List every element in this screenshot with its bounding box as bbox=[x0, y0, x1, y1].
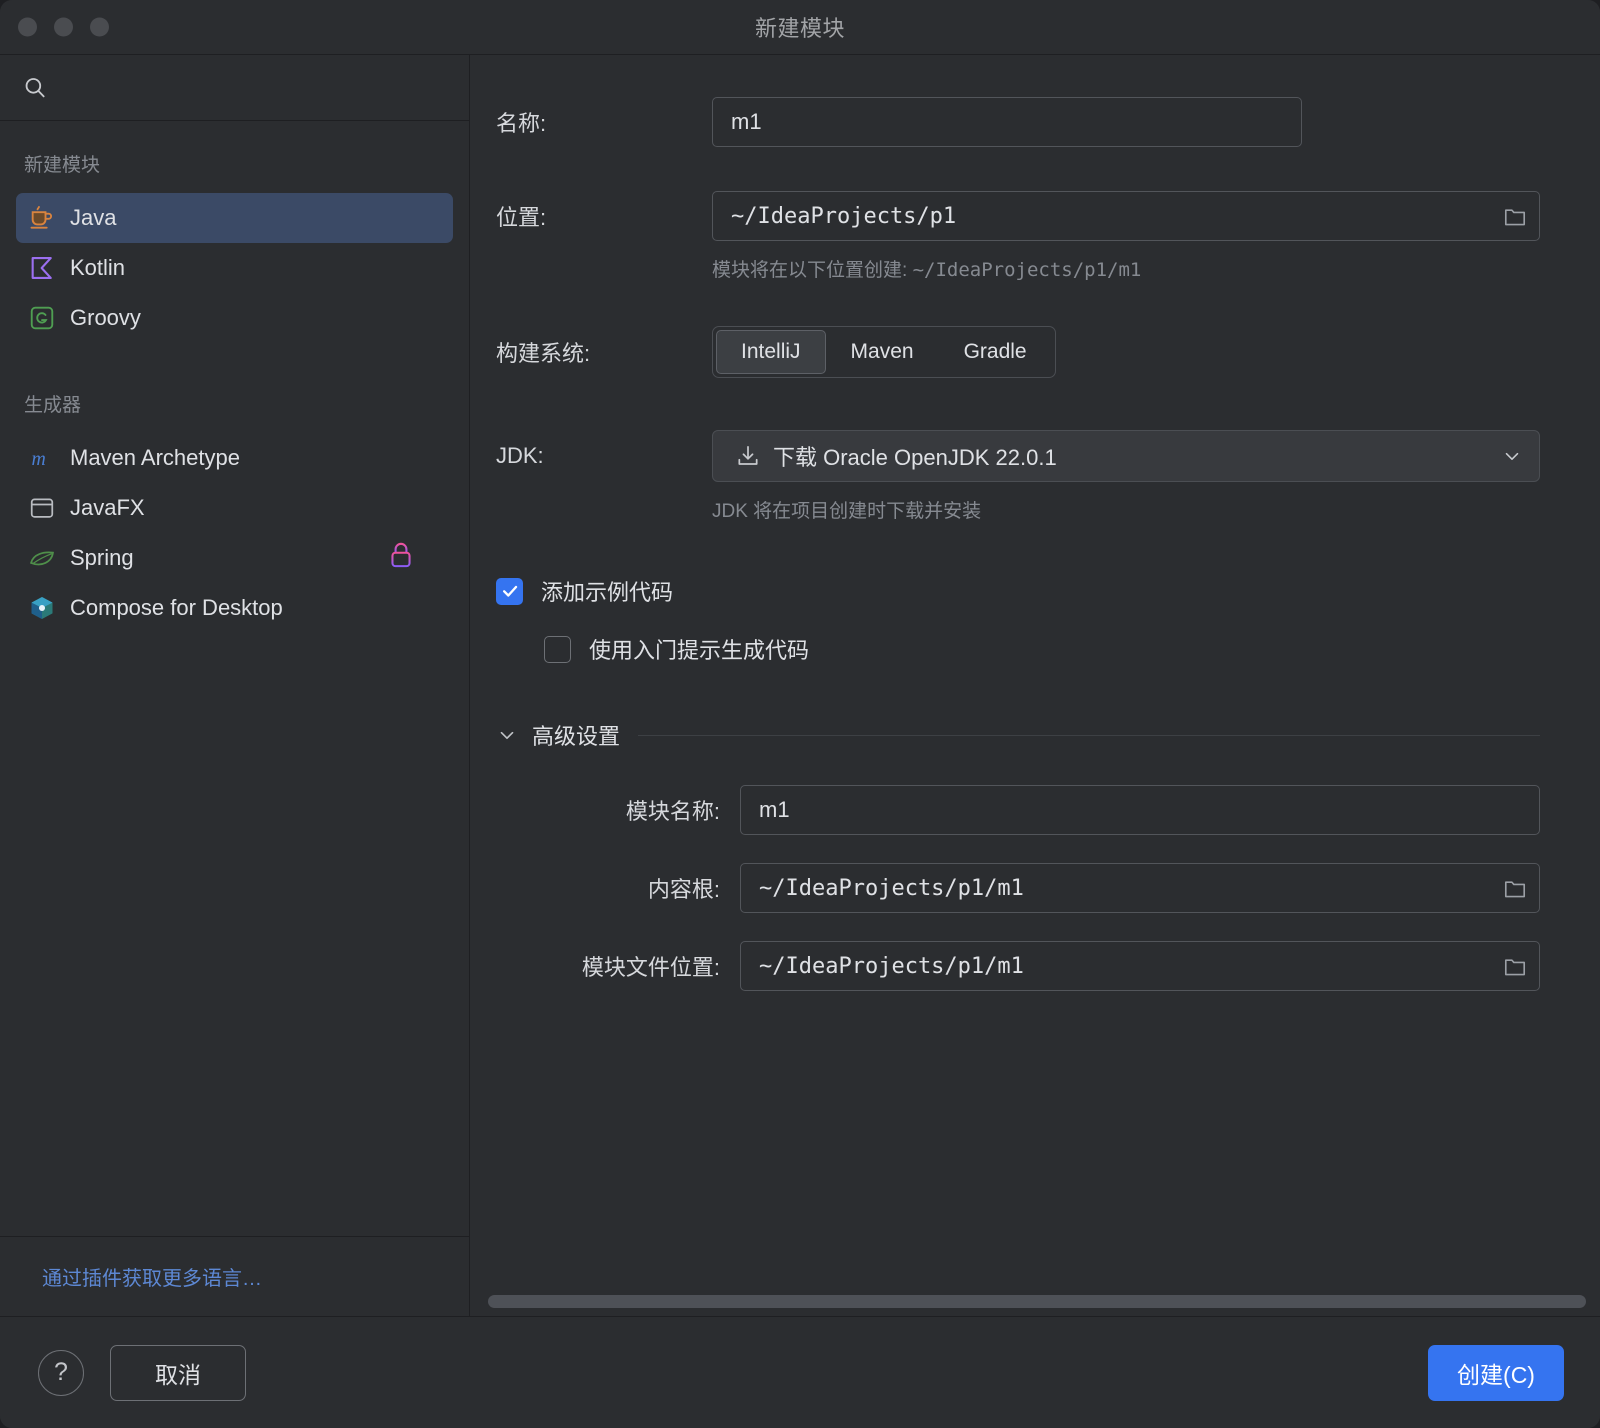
title-bar: 新建模块 bbox=[0, 0, 1600, 55]
sidebar-group-title-generators: 生成器 bbox=[24, 395, 82, 416]
onboarding-tips-row[interactable]: 使用入门提示生成代码 bbox=[544, 633, 1540, 665]
sidebar-group-new-module: Java Kotlin Groovy bbox=[0, 193, 469, 343]
close-window-button[interactable] bbox=[18, 17, 37, 37]
build-system-row: 构建系统: IntelliJ Maven Gradle bbox=[496, 326, 1540, 378]
search-input[interactable] bbox=[60, 77, 447, 98]
jdk-label: JDK: bbox=[496, 443, 544, 468]
sidebar-item-javafx[interactable]: JavaFX bbox=[16, 483, 453, 533]
sidebar-item-kotlin[interactable]: Kotlin bbox=[16, 243, 453, 293]
cancel-button[interactable]: 取消 bbox=[110, 1344, 246, 1401]
sidebar-item-label: Maven Archetype bbox=[70, 445, 240, 470]
sidebar-item-java[interactable]: Java bbox=[16, 193, 453, 243]
dialog-body: 新建模块 Java Kotlin Groovy 生成器 m Maven Arch… bbox=[0, 55, 1600, 1316]
sidebar-item-label: JavaFX bbox=[70, 495, 145, 520]
location-hint: 模块将在以下位置创建: ~/IdeaProjects/p1/m1 bbox=[712, 255, 1540, 282]
sidebar-item-maven-archetype[interactable]: m Maven Archetype bbox=[16, 433, 453, 483]
module-file-location-row: 模块文件位置: bbox=[524, 941, 1540, 991]
horizontal-scrollbar[interactable] bbox=[470, 1290, 1600, 1316]
horizontal-scrollbar-thumb[interactable] bbox=[488, 1295, 1586, 1308]
chevron-down-icon bbox=[496, 724, 518, 746]
maximize-window-button[interactable] bbox=[90, 17, 109, 37]
location-hint-path: ~/IdeaProjects/p1/m1 bbox=[912, 259, 1142, 281]
onboarding-tips-checkbox[interactable] bbox=[544, 635, 571, 663]
advanced-settings-header[interactable]: 高级设置 bbox=[496, 719, 1540, 751]
sidebar-footer: 通过插件获取更多语言… bbox=[0, 1236, 469, 1316]
name-row: 名称: bbox=[496, 97, 1540, 147]
jdk-hint: JDK 将在项目创建时下载并安装 bbox=[712, 501, 982, 522]
name-label: 名称: bbox=[496, 111, 547, 136]
folder-browse-icon[interactable] bbox=[1502, 875, 1528, 901]
build-system-option-intellij[interactable]: IntelliJ bbox=[716, 330, 826, 374]
dialog-title: 新建模块 bbox=[754, 16, 845, 41]
download-icon bbox=[735, 443, 761, 469]
sidebar-scroll-area: 新建模块 Java Kotlin Groovy 生成器 m Maven Arch… bbox=[0, 121, 469, 1236]
module-name-label: 模块名称: bbox=[625, 799, 720, 824]
sidebar-item-label: Kotlin bbox=[70, 255, 126, 280]
sidebar-item-label: Groovy bbox=[70, 305, 141, 330]
jdk-row: JDK: 下载 Oracle OpenJDK 22.0.1 bbox=[496, 430, 1540, 482]
traffic-light-group bbox=[18, 17, 109, 37]
jdk-selected-value: 下载 Oracle OpenJDK 22.0.1 bbox=[773, 445, 1057, 470]
svg-text:m: m bbox=[32, 448, 46, 470]
module-file-location-label: 模块文件位置: bbox=[581, 955, 720, 980]
name-input[interactable] bbox=[712, 97, 1302, 147]
advanced-settings-divider bbox=[638, 734, 1540, 736]
spring-leaf-icon bbox=[28, 544, 56, 572]
advanced-settings-body: 模块名称: 内容根: bbox=[496, 785, 1540, 991]
add-sample-code-row[interactable]: 添加示例代码 bbox=[496, 575, 1540, 607]
create-button[interactable]: 创建(C) bbox=[1428, 1344, 1564, 1401]
chevron-down-icon bbox=[1501, 445, 1523, 467]
dialog-footer: ? 取消 创建(C) bbox=[0, 1316, 1600, 1428]
location-row: 位置: bbox=[496, 191, 1540, 241]
search-icon bbox=[22, 75, 48, 101]
build-system-label: 构建系统: bbox=[496, 341, 591, 366]
javafx-window-icon bbox=[28, 494, 56, 522]
sidebar-group-title-new-module: 新建模块 bbox=[24, 155, 101, 176]
main-panel: 名称: 位置: bbox=[470, 55, 1600, 1316]
search-row bbox=[0, 55, 469, 121]
kotlin-icon bbox=[28, 254, 56, 282]
location-input[interactable] bbox=[712, 191, 1540, 241]
compose-cube-icon bbox=[28, 594, 56, 622]
sidebar-item-label: Compose for Desktop bbox=[70, 595, 283, 620]
maven-m-icon: m bbox=[28, 444, 56, 472]
sidebar-item-compose-for-desktop[interactable]: Compose for Desktop bbox=[16, 583, 453, 633]
module-file-location-input[interactable] bbox=[740, 941, 1540, 991]
location-label: 位置: bbox=[496, 205, 547, 230]
module-name-row: 模块名称: bbox=[524, 785, 1540, 835]
content-root-input[interactable] bbox=[740, 863, 1540, 913]
build-system-segmented-control: IntelliJ Maven Gradle bbox=[712, 326, 1056, 378]
onboarding-tips-label: 使用入门提示生成代码 bbox=[589, 638, 810, 663]
java-coffee-cup-icon bbox=[28, 204, 56, 232]
build-system-option-maven[interactable]: Maven bbox=[826, 330, 939, 374]
location-hint-prefix: 模块将在以下位置创建: bbox=[712, 260, 913, 281]
add-sample-code-label: 添加示例代码 bbox=[541, 580, 674, 605]
content-root-row: 内容根: bbox=[524, 863, 1540, 913]
folder-browse-icon[interactable] bbox=[1502, 203, 1528, 229]
sidebar-item-label: Java bbox=[70, 205, 117, 230]
new-module-dialog: 新建模块 新建模块 Java Kotlin Groovy 生成器 m Maven… bbox=[0, 0, 1600, 1428]
lock-icon bbox=[387, 541, 415, 576]
module-form: 名称: 位置: bbox=[470, 55, 1600, 1290]
module-name-input[interactable] bbox=[740, 785, 1540, 835]
get-more-languages-link[interactable]: 通过插件获取更多语言… bbox=[42, 1262, 262, 1291]
advanced-settings-title: 高级设置 bbox=[532, 724, 621, 749]
sidebar: 新建模块 Java Kotlin Groovy 生成器 m Maven Arch… bbox=[0, 55, 470, 1316]
build-system-option-gradle[interactable]: Gradle bbox=[939, 330, 1052, 374]
sidebar-item-groovy[interactable]: Groovy bbox=[16, 293, 453, 343]
sidebar-group-generators: m Maven Archetype JavaFX Spring Compose … bbox=[0, 433, 469, 633]
sidebar-item-label: Spring bbox=[70, 545, 134, 570]
add-sample-code-checkbox[interactable] bbox=[496, 577, 523, 605]
sidebar-item-spring[interactable]: Spring bbox=[16, 533, 453, 583]
groovy-icon bbox=[28, 304, 56, 332]
content-root-label: 内容根: bbox=[647, 877, 720, 902]
jdk-dropdown[interactable]: 下载 Oracle OpenJDK 22.0.1 bbox=[712, 430, 1540, 482]
help-button[interactable]: ? bbox=[38, 1349, 84, 1396]
minimize-window-button[interactable] bbox=[54, 17, 73, 37]
folder-browse-icon[interactable] bbox=[1502, 953, 1528, 979]
